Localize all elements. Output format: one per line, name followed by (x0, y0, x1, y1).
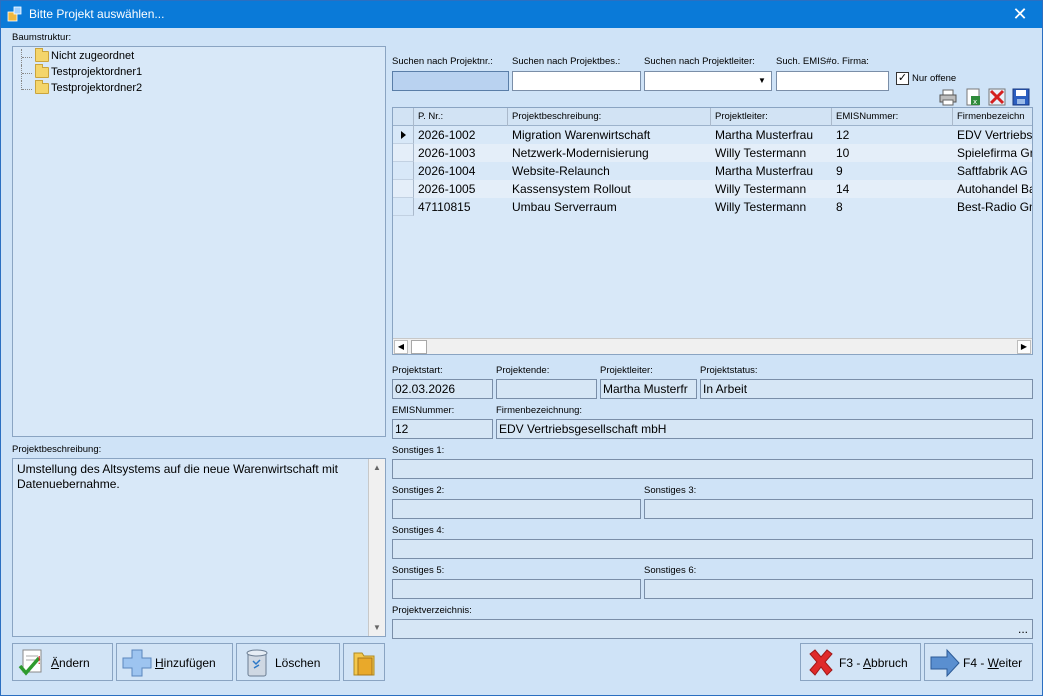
scroll-right-icon[interactable]: ▶ (1017, 340, 1031, 354)
search-projbes-label: Suchen nach Projektbes.: (512, 56, 621, 67)
emis-label: EMISNummer: (392, 405, 455, 416)
hinzufuegen-button[interactable]: Hinzufügen (116, 643, 233, 681)
trash-icon (246, 649, 268, 677)
search-projbes-input[interactable] (512, 71, 641, 91)
plus-icon (122, 649, 152, 677)
folder-icon (35, 48, 49, 62)
scroll-up-icon[interactable]: ▲ (373, 463, 381, 472)
edit-check-icon: ! (18, 649, 42, 676)
projektende-field[interactable] (496, 379, 597, 399)
search-emis-input[interactable] (776, 71, 889, 91)
weiter-button[interactable]: F4 - Weiter (924, 643, 1033, 681)
folder-tree[interactable]: Nicht zugeordnet Testprojektordner1 Test… (12, 46, 386, 437)
sonstiges1-label: Sonstiges 1: (392, 445, 445, 456)
projektstart-field[interactable]: 02.03.2026 (392, 379, 493, 399)
projektende-label: Projektende: (496, 365, 550, 376)
projektstatus-label: Projektstatus: (700, 365, 758, 376)
description-textarea[interactable]: Umstellung des Altsystems auf die neue W… (12, 458, 386, 637)
table-row[interactable]: 2026-1004 Website-Relaunch Martha Muster… (393, 162, 1032, 180)
column-header-firma[interactable]: Firmenbezeichn (953, 108, 1032, 126)
nur-offene-checkbox[interactable]: ✓ (896, 72, 909, 85)
browse-button[interactable]: ... (1018, 622, 1028, 636)
project-grid[interactable]: P. Nr.: Projektbeschreibung: Projektleit… (392, 107, 1033, 355)
column-header-leiter[interactable]: Projektleiter: (711, 108, 832, 126)
delete-icon[interactable] (987, 87, 1007, 107)
project-select-dialog: Bitte Projekt auswählen... ✕ Baumstruktu… (0, 0, 1043, 696)
current-row-icon (401, 131, 406, 139)
table-row[interactable]: 2026-1002 Migration Warenwirtschaft Mart… (393, 126, 1032, 144)
search-leiter-label: Suchen nach Projektleiter: (644, 56, 755, 67)
projektstart-label: Projektstart: (392, 365, 443, 376)
search-projnr-input[interactable] (392, 71, 509, 91)
sonstiges3-label: Sonstiges 3: (644, 485, 697, 496)
search-leiter-select[interactable]: ▼ (644, 71, 772, 91)
save-icon[interactable] (1011, 87, 1031, 107)
tree-item-nicht-zugeordnet[interactable]: Nicht zugeordnet (13, 48, 213, 65)
scroll-left-icon[interactable]: ◀ (394, 340, 408, 354)
export-excel-icon[interactable]: x (963, 87, 983, 107)
tree-item-testprojektordner2[interactable]: Testprojektordner2 (13, 80, 213, 97)
tree-item-testprojektordner1[interactable]: Testprojektordner1 (13, 64, 213, 81)
sonstiges1-field[interactable] (392, 459, 1033, 479)
verzeichnis-label: Projektverzeichnis: (392, 605, 472, 616)
title-bar: Bitte Projekt auswählen... ✕ (1, 1, 1042, 28)
table-row[interactable]: 2026-1005 Kassensystem Rollout Willy Tes… (393, 180, 1032, 198)
description-label: Projektbeschreibung: (12, 444, 102, 455)
sonstiges2-label: Sonstiges 2: (392, 485, 445, 496)
sonstiges2-field[interactable] (392, 499, 641, 519)
sonstiges6-field[interactable] (644, 579, 1033, 599)
sonstiges3-field[interactable] (644, 499, 1033, 519)
svg-text:x: x (973, 98, 977, 106)
firma-label: Firmenbezeichnung: (496, 405, 583, 416)
folder-icon (35, 64, 49, 78)
column-header-beschreibung[interactable]: Projektbeschreibung: (508, 108, 711, 126)
firma-field[interactable]: EDV Vertriebsgesellschaft mbH (496, 419, 1033, 439)
open-folder-button[interactable] (343, 643, 385, 681)
column-header-pnr[interactable]: P. Nr.: (414, 108, 508, 126)
sonstiges4-field[interactable] (392, 539, 1033, 559)
table-row[interactable]: 47110815 Umbau Serverraum Willy Testerma… (393, 198, 1032, 216)
horizontal-scrollbar[interactable]: ◀ ▶ (393, 338, 1032, 354)
abbruch-button[interactable]: F3 - Abbruch (800, 643, 921, 681)
cancel-x-icon (809, 649, 833, 676)
tree-label: Baumstruktur: (12, 32, 72, 43)
nur-offene-label: Nur offene (912, 73, 957, 84)
app-icon (7, 6, 22, 22)
table-row[interactable]: 2026-1003 Netzwerk-Modernisierung Willy … (393, 144, 1032, 162)
scroll-thumb[interactable] (411, 340, 427, 354)
printer-icon[interactable] (938, 87, 958, 107)
close-icon[interactable]: ✕ (998, 1, 1042, 28)
sonstiges4-label: Sonstiges 4: (392, 525, 445, 536)
sonstiges6-label: Sonstiges 6: (644, 565, 697, 576)
column-header-emis[interactable]: EMISNummer: (832, 108, 953, 126)
search-emis-label: Such. EMIS#o. Firma: (776, 56, 869, 67)
arrow-right-icon (930, 648, 960, 678)
search-projnr-label: Suchen nach Projektnr.: (392, 56, 493, 67)
folder-open-icon (353, 652, 375, 676)
aendern-button[interactable]: ! Ändern (12, 643, 113, 681)
projektstatus-field[interactable]: In Arbeit (700, 379, 1033, 399)
vertical-scrollbar[interactable]: ▲ ▼ (368, 459, 385, 636)
scroll-down-icon[interactable]: ▼ (373, 623, 381, 632)
svg-text:!: ! (37, 654, 41, 667)
loeschen-button[interactable]: Löschen (236, 643, 340, 681)
projektleiter-label: Projektleiter: (600, 365, 653, 376)
verzeichnis-field[interactable]: ... (392, 619, 1033, 639)
grid-header: P. Nr.: Projektbeschreibung: Projektleit… (393, 108, 1032, 126)
emis-field[interactable]: 12 (392, 419, 493, 439)
folder-icon (35, 80, 49, 94)
chevron-down-icon[interactable]: ▼ (754, 73, 770, 89)
projektleiter-field[interactable]: Martha Musterfr (600, 379, 697, 399)
window-title: Bitte Projekt auswählen... (29, 7, 165, 21)
sonstiges5-label: Sonstiges 5: (392, 565, 445, 576)
sonstiges5-field[interactable] (392, 579, 641, 599)
